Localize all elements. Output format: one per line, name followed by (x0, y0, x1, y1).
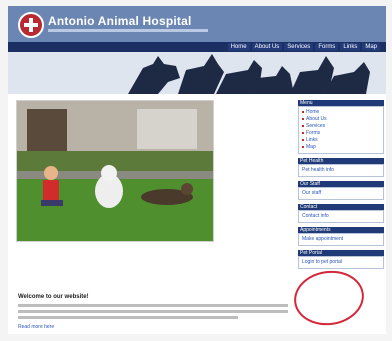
paw-cross-icon (24, 18, 38, 32)
nav-item-about[interactable]: About Us (251, 43, 283, 51)
bullet-icon (302, 124, 304, 127)
sidebar-item-forms[interactable]: Forms (302, 130, 380, 137)
sidebar-contact-box: Contact info (298, 210, 384, 223)
nav-item-forms[interactable]: Forms (315, 43, 339, 51)
site-title[interactable]: Antonio Animal Hospital (48, 14, 192, 28)
bullet-icon (302, 110, 304, 113)
site-tagline-bar (48, 29, 208, 32)
bullet-icon (302, 138, 304, 141)
sidebar-pet-health-box: Pet health info (298, 164, 384, 177)
bullet-icon (302, 117, 304, 120)
sidebar-item-home[interactable]: Home (302, 109, 380, 116)
nav-item-home[interactable]: Home (227, 43, 250, 51)
sidebar: Menu Home About Us Services Forms Links … (298, 100, 384, 273)
sidebar-item-links[interactable]: Links (302, 137, 380, 144)
sidebar-item-services[interactable]: Services (302, 123, 380, 130)
sidebar-staff-box: Our staff (298, 187, 384, 200)
nav-item-links[interactable]: Links (340, 43, 361, 51)
sidebar-item-map[interactable]: Map (302, 144, 380, 151)
body-text-line (18, 304, 288, 307)
sidebar-menu-box: Home About Us Services Forms Links Map (298, 106, 384, 154)
nav-item-map[interactable]: Map (362, 43, 380, 51)
page-frame: Antonio Animal Hospital Home About Us Se… (0, 0, 392, 341)
logo[interactable] (18, 12, 44, 38)
body-text-line (18, 316, 238, 319)
animal-silhouettes-icon (8, 52, 386, 94)
sidebar-link[interactable]: Contact info (302, 213, 380, 220)
body-text-line (18, 310, 288, 313)
sidebar-link[interactable]: Make appointment (302, 236, 380, 243)
sidebar-appointments-box: Make appointment (298, 233, 384, 246)
hero-photo (16, 100, 214, 242)
welcome-heading: Welcome to our website! (18, 294, 89, 300)
kids-and-dogs-photo (17, 101, 213, 241)
read-more-link[interactable]: Read more here (18, 324, 54, 330)
bullet-icon (302, 145, 304, 148)
animal-silhouette-banner (8, 52, 386, 94)
sidebar-link[interactable]: Pet health info (302, 167, 380, 174)
site-header: Antonio Animal Hospital (8, 6, 386, 42)
top-nav: Home About Us Services Forms Links Map (8, 42, 386, 52)
sidebar-pet-portal-box: Login to pet portal (298, 256, 384, 269)
sidebar-item-about[interactable]: About Us (302, 116, 380, 123)
bullet-icon (302, 131, 304, 134)
nav-item-services[interactable]: Services (284, 43, 314, 51)
sidebar-link[interactable]: Our staff (302, 190, 380, 197)
sidebar-link-pet-portal[interactable]: Login to pet portal (302, 259, 380, 266)
